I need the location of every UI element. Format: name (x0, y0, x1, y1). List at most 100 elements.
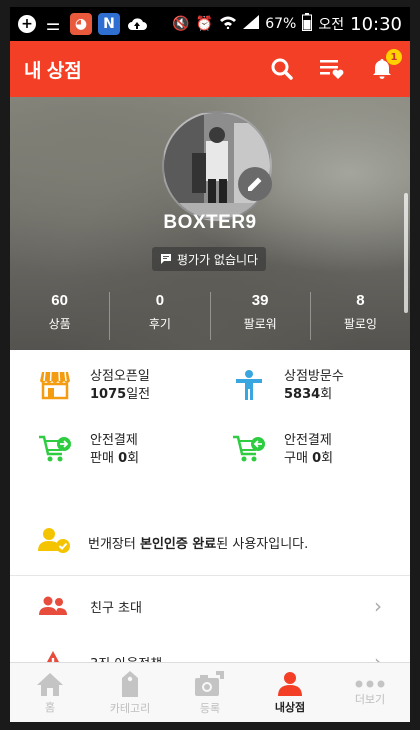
rating-chip[interactable]: 평가가 없습니다 (152, 247, 267, 271)
nav-my-shop[interactable]: 내상점 (250, 663, 330, 722)
cloud-upload-icon (126, 13, 148, 35)
page-title: 내 상점 (24, 60, 82, 82)
screen: + ⚌ ◕ N 🔇 ⏰ 67% 오전 10:30 내 상점 1 BOXTER9 … (10, 7, 410, 722)
signal-icon (243, 15, 260, 33)
cart-out-icon (38, 432, 72, 466)
menu-invite-friends[interactable]: 친구 초대 › (10, 578, 410, 634)
camera-icon (195, 670, 224, 696)
bottom-nav: 홈 카테고리 등록 내상점 더보기 (10, 662, 410, 722)
nav-label: 등록 (199, 701, 221, 715)
info-label: 안전결제 (90, 433, 138, 448)
stat-label: 팔로잉 (343, 317, 377, 331)
rating-text: 평가가 없습니다 (177, 252, 259, 267)
info-value: 0 (312, 451, 322, 466)
nav-label: 더보기 (354, 692, 386, 706)
app-bar: 내 상점 1 (10, 41, 410, 97)
info-label: 안전결제 (284, 433, 332, 448)
identity-verified-row: 번개장터 본인인증 완료된 사용자입니다. (38, 527, 308, 557)
avatar-photo (164, 113, 270, 219)
list-heart-icon (320, 60, 344, 79)
wifi-icon (219, 15, 237, 33)
search-icon (271, 58, 293, 80)
info-visits: 상점방문수 5834회 (232, 368, 344, 404)
stat-label: 상품 (48, 317, 71, 331)
tag-icon (122, 670, 138, 697)
menu-label: 친구 초대 (90, 600, 142, 616)
auth-text-pre: 번개장터 (88, 536, 140, 552)
stat-followers[interactable]: 39 팔로워 (209, 292, 310, 340)
people-icon (38, 596, 68, 616)
nav-label: 카테고리 (109, 701, 151, 715)
stat-label: 팔로워 (243, 317, 277, 331)
app-bar-actions: 1 (268, 49, 402, 83)
nav-register[interactable]: 등록 (170, 663, 250, 722)
n-app-icon: N (98, 13, 120, 35)
status-right: 🔇 ⏰ 67% 오전 10:30 (172, 13, 402, 35)
nav-home[interactable]: 홈 (10, 663, 90, 722)
info-label: 상점방문수 (284, 369, 344, 384)
cart-in-icon (232, 432, 266, 466)
info-row: 상점오픈일 1075일전 상점방문수 5834회 (10, 350, 410, 414)
info-suffix: 회 (320, 387, 333, 402)
shop-info: 상점오픈일 1075일전 상점방문수 5834회 안전결제 판매 0회 안전결제… (10, 350, 410, 478)
nav-label: 홈 (44, 700, 56, 714)
status-left-icons: + ⚌ ◕ N (18, 13, 148, 35)
notification-badge: 1 (386, 49, 402, 65)
device-frame: + ⚌ ◕ N 🔇 ⏰ 67% 오전 10:30 내 상점 1 BOXTER9 … (0, 0, 420, 730)
info-open-date: 상점오픈일 1075일전 (38, 368, 150, 404)
stat-label: 후기 (148, 317, 171, 331)
stat-value: 60 (51, 292, 68, 309)
info-label: 상점오픈일 (90, 369, 150, 384)
info-safe-pay-buy: 안전결제 구매 0회 (232, 432, 333, 468)
alarm-icon: ⏰ (195, 16, 214, 32)
home-icon (37, 672, 63, 696)
clock-time: 10:30 (350, 13, 402, 35)
shop-name: BOXTER9 (163, 212, 257, 233)
plus-icon: + (18, 15, 36, 33)
app-icon: ◕ (70, 13, 92, 35)
avatar[interactable] (162, 111, 272, 221)
mute-icon: 🔇 (172, 16, 190, 32)
store-icon (38, 368, 72, 402)
auth-text-bold: 본인인증 완료 (139, 536, 217, 552)
pencil-icon (248, 177, 262, 191)
notifications-button[interactable]: 1 (368, 49, 402, 83)
more-icon (355, 680, 385, 687)
stat-value: 8 (356, 292, 365, 309)
comment-icon (161, 254, 171, 264)
search-button[interactable] (268, 55, 296, 83)
info-value: 0 (118, 451, 128, 466)
minus-icon: ⚌ (45, 14, 61, 34)
profile-header: BOXTER9 평가가 없습니다 60 상품 0 후기 39 팔로워 8 팔로잉 (10, 97, 410, 350)
info-row: 안전결제 판매 0회 안전결제 구매 0회 (10, 414, 410, 478)
nav-more[interactable]: 더보기 (330, 663, 410, 722)
verified-user-icon (38, 527, 70, 557)
clock-ampm: 오전 (318, 17, 345, 33)
status-bar: + ⚌ ◕ N 🔇 ⏰ 67% 오전 10:30 (10, 7, 410, 41)
info-safe-pay-sell: 안전결제 판매 0회 (38, 432, 139, 468)
stat-following[interactable]: 8 팔로잉 (309, 292, 410, 340)
battery-icon (302, 13, 313, 35)
auth-text-post: 된 사용자입니다. (216, 536, 309, 552)
info-suffix: 일전 (126, 387, 151, 402)
person-icon (278, 671, 302, 696)
person-icon (232, 368, 266, 402)
divider (10, 575, 410, 576)
nav-category[interactable]: 카테고리 (90, 663, 170, 722)
scrollbar-thumb[interactable] (404, 193, 408, 313)
nav-label: 내상점 (274, 700, 306, 714)
info-prefix: 판매 (90, 451, 119, 466)
info-value: 1075 (90, 387, 127, 402)
info-prefix: 구매 (284, 451, 313, 466)
edit-avatar-button[interactable] (238, 167, 272, 201)
info-suffix: 회 (321, 451, 334, 466)
info-suffix: 회 (127, 451, 140, 466)
stat-reviews[interactable]: 0 후기 (109, 292, 209, 340)
chevron-right-icon: › (374, 594, 382, 618)
stat-value: 0 (155, 292, 165, 309)
info-value: 5834 (284, 387, 321, 402)
battery-percent: 67% (265, 16, 297, 32)
stat-value: 39 (251, 292, 269, 309)
stat-products[interactable]: 60 상품 (10, 292, 109, 340)
wishlist-button[interactable] (318, 55, 346, 83)
